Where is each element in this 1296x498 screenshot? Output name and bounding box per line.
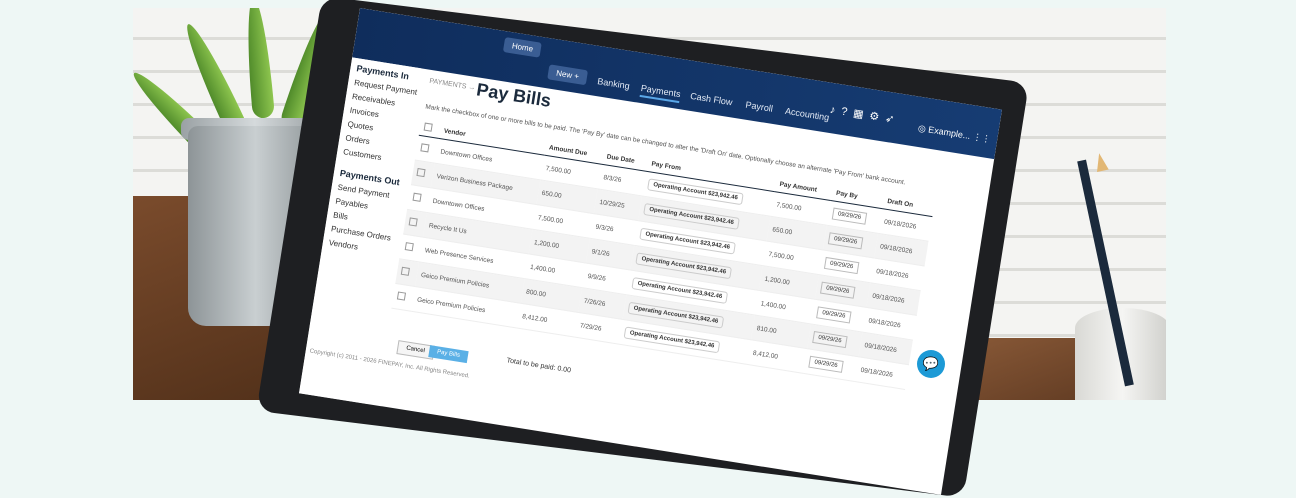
vendor-cell: Web Presence Services — [424, 246, 494, 265]
rocket-icon[interactable]: ➶ — [884, 113, 901, 127]
pay-amount-cell: 1,200.00 — [764, 275, 791, 287]
draft-on-cell: 09/18/2026 — [864, 341, 898, 354]
tab-payroll[interactable]: Payroll — [745, 100, 774, 114]
draft-on-cell: 09/18/2026 — [860, 366, 894, 379]
amount-due-cell: 8,412.00 — [521, 312, 548, 324]
user-name: Example... — [927, 124, 972, 141]
breadcrumb[interactable]: PAYMENTS → — [429, 78, 476, 92]
draft-on-cell: 09/18/2026 — [883, 218, 917, 231]
draft-on-cell: 09/18/2026 — [867, 316, 902, 329]
pay-by-date-input[interactable]: 09/29/26 — [828, 232, 863, 250]
vendor-cell: Geico Premium Policies — [420, 271, 490, 290]
due-date-cell: 9/1/26 — [591, 247, 611, 258]
pay-amount-cell: 8,412.00 — [752, 349, 779, 361]
pay-bills-button[interactable]: Pay Bills — [428, 345, 469, 364]
pay-by-date-input[interactable]: 09/29/26 — [808, 355, 844, 373]
total-to-be-paid: Total to be paid: 0.00 — [506, 357, 572, 375]
amount-due-cell: 1,200.00 — [533, 238, 560, 250]
tab-banking[interactable]: Banking — [597, 76, 631, 91]
chat-icon[interactable]: 💬 — [917, 350, 945, 378]
new-button[interactable]: New + — [547, 64, 588, 86]
pay-by-date-input[interactable]: 09/29/26 — [832, 207, 867, 225]
pay-by-date-input[interactable]: 09/29/26 — [824, 256, 860, 275]
row-checkbox[interactable] — [408, 217, 418, 227]
due-date-cell: 7/26/26 — [583, 297, 606, 308]
row-checkbox[interactable] — [416, 167, 426, 178]
amount-due-cell: 1,400.00 — [529, 263, 556, 275]
tab-payments[interactable]: Payments — [639, 82, 682, 104]
pay-amount-cell: 1,400.00 — [760, 299, 787, 311]
vendor-cell: Recycle It Us — [428, 221, 468, 235]
amount-due-cell: 7,500.00 — [545, 164, 572, 176]
pay-by-date-input[interactable]: 09/29/26 — [820, 281, 856, 299]
amount-due-cell: 650.00 — [541, 189, 563, 200]
pay-amount-cell: 7,500.00 — [768, 250, 795, 262]
tab-cash-flow[interactable]: Cash Flow — [690, 91, 734, 108]
pay-amount-cell: 650.00 — [771, 225, 793, 236]
pay-by-date-input[interactable]: 09/29/26 — [816, 306, 852, 324]
vendor-cell: Downtown Offices — [432, 197, 485, 213]
draft-on-cell: 09/18/2026 — [875, 267, 910, 280]
user-menu[interactable]: ◎ Example... ⋮⋮ — [917, 123, 991, 145]
vendor-cell: Downtown Offices — [440, 147, 493, 164]
toolbar-icons[interactable]: ♪?▦⚙➶ — [829, 103, 901, 127]
draft-on-cell: 09/18/2026 — [879, 242, 913, 255]
vendor-cell: Geico Premium Policies — [416, 296, 486, 314]
home-button[interactable]: Home — [502, 37, 543, 58]
amount-due-cell: 800.00 — [525, 288, 547, 299]
row-checkbox[interactable] — [404, 242, 414, 252]
due-date-cell: 7/29/26 — [579, 321, 603, 333]
bills-table: Vendor Amount Due Due Date Pay From Pay … — [391, 118, 935, 390]
due-date-cell: 9/3/26 — [595, 223, 615, 233]
draft-on-cell: 09/18/2026 — [871, 292, 906, 305]
due-date-cell: 9/9/26 — [587, 272, 607, 283]
due-date-cell: 8/3/26 — [602, 173, 622, 184]
select-all-checkbox[interactable] — [423, 122, 433, 132]
apps-grid-icon[interactable]: ⋮⋮ — [972, 132, 991, 145]
row-checkbox[interactable] — [396, 291, 407, 301]
row-checkbox[interactable] — [412, 192, 422, 202]
row-checkbox[interactable] — [400, 266, 410, 276]
amount-due-cell: 7,500.00 — [537, 213, 564, 225]
vendor-cell: Verizon Business Package — [436, 172, 514, 192]
pay-amount-cell: 7,500.00 — [775, 201, 802, 212]
row-checkbox[interactable] — [420, 143, 430, 153]
pay-by-date-input[interactable]: 09/29/26 — [812, 331, 848, 349]
tab-accounting[interactable]: Accounting — [784, 106, 830, 123]
due-date-cell: 10/29/25 — [599, 198, 626, 210]
pay-amount-cell: 810.00 — [756, 324, 778, 335]
